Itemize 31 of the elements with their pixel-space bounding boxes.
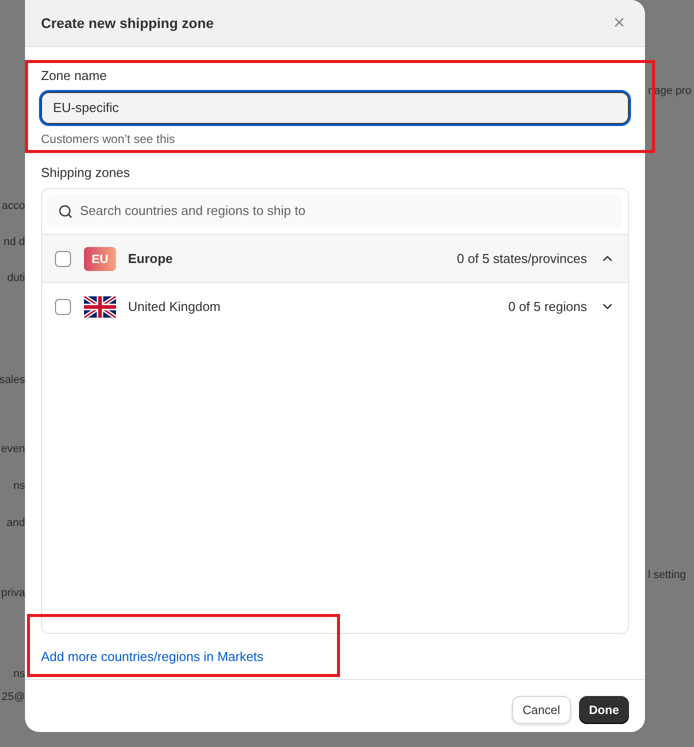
background-text: ns [13, 479, 25, 493]
region-badge: EU [84, 246, 116, 270]
flag-icon [84, 294, 116, 318]
zone-name: Europe [128, 250, 173, 268]
section-label: Shipping zones [41, 164, 131, 182]
zone-name: United Kingdom [128, 298, 220, 316]
cancel-button[interactable]: Cancel [512, 696, 571, 724]
field-label: Zone name [41, 67, 108, 85]
background-text: acco [2, 199, 25, 213]
zone-count: 0 of 5 regions [508, 298, 587, 316]
dialog-title: Create new shipping zone [41, 14, 214, 33]
checkbox[interactable] [55, 250, 71, 266]
help-text: Customers won’t see this [41, 130, 176, 148]
markets-link[interactable]: Add more countries/regions in Markets [41, 646, 264, 666]
done-button[interactable]: Done [579, 696, 629, 724]
zone-row[interactable]: EU Europe 0 of 5 states/provinces [42, 234, 628, 282]
zone-count: 0 of 5 states/provinces [456, 250, 587, 268]
background-text: and [6, 516, 25, 530]
zone-name-input[interactable]: EU-specific [41, 92, 629, 124]
search-icon [58, 204, 73, 218]
background-text: sales [0, 373, 25, 387]
background-text: ns [13, 667, 25, 681]
background-text: duti [7, 271, 25, 285]
background-text: nd d [4, 235, 25, 249]
search-input[interactable]: Search countries and regions to ship to [80, 201, 612, 221]
background-text: l setting [647, 568, 687, 582]
background-text: priva [1, 586, 25, 600]
search-field[interactable]: Search countries and regions to ship to [47, 194, 623, 228]
background-text: even [1, 442, 25, 456]
background-text: 25@ [2, 690, 25, 704]
checkbox[interactable] [55, 298, 71, 314]
